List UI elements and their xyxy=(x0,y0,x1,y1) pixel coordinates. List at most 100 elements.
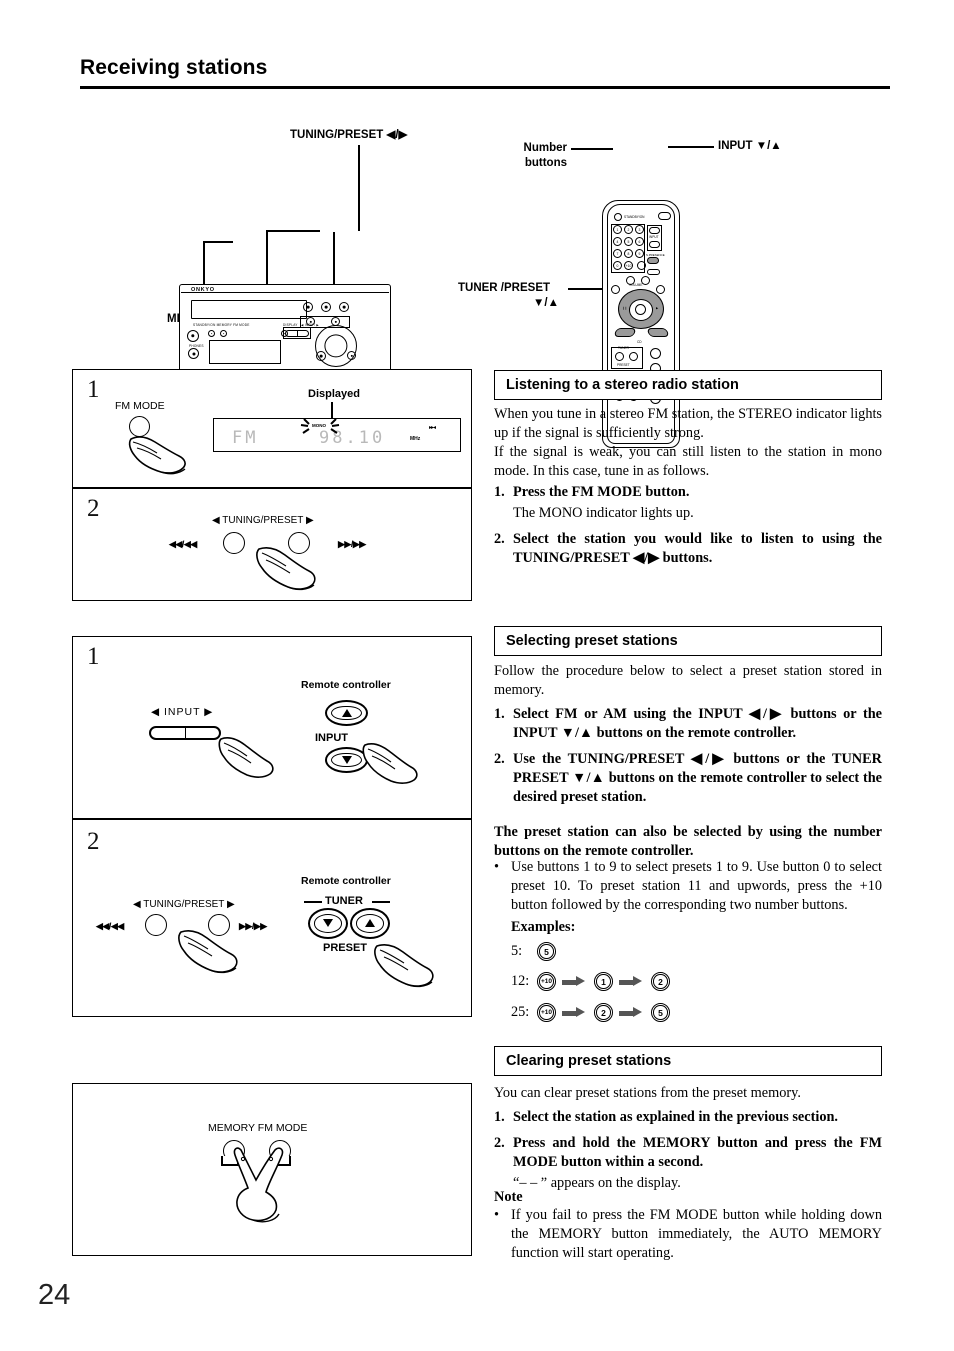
label-preset-group: PRESET xyxy=(323,942,368,954)
number-key-plus10[interactable]: +10 xyxy=(537,1003,556,1022)
section1-step-1: 1. Press the FM MODE button. xyxy=(494,483,882,502)
section2-note-bold: The preset station can also be selected … xyxy=(494,824,882,859)
tuner-bracket-right xyxy=(372,901,390,903)
remote-number-7: 7 xyxy=(613,249,622,258)
section3-intro: You can clear preset stations from the p… xyxy=(494,1085,801,1101)
step-number-b2: 2 xyxy=(87,828,100,855)
section-heading-listening: Listening to a stereo radio station xyxy=(494,370,882,400)
example-row-12: 12: +10 1 2 xyxy=(511,972,670,991)
step-text: Select the station you would like to lis… xyxy=(513,531,882,566)
remote-number-0: 0 xyxy=(613,261,622,270)
page-number: 24 xyxy=(38,1279,71,1311)
title-divider xyxy=(80,86,890,89)
callout-tuner-preset-line2: ▼/▲ xyxy=(533,297,559,309)
lcd-signal-arrows-icon: ▸▸◂ xyxy=(429,425,436,431)
remote-mode-button xyxy=(647,269,660,275)
triangle-down-icon xyxy=(341,755,352,764)
example-label-5: 5: xyxy=(511,943,523,959)
step-marker: 1. xyxy=(494,1109,505,1125)
label-displayed: Displayed xyxy=(308,388,360,400)
remote-preset-up-inner xyxy=(355,914,385,933)
number-key-2[interactable]: 2 xyxy=(651,972,670,991)
section2-bullet-wrap: • Use buttons 1 to 9 to select presets 1… xyxy=(494,858,882,915)
remote-zone-button xyxy=(658,212,671,220)
number-key-plus10[interactable]: +10 xyxy=(537,972,556,991)
blink-rays-icon xyxy=(300,418,340,434)
pointing-hand-icon xyxy=(218,737,274,778)
panel-c-box: MEMORY FM MODE xyxy=(72,1083,472,1256)
receiver-lower-panel xyxy=(209,340,281,364)
panel-b-step1-box: 1 ◀ INPUT ▶ Remote controller INPUT xyxy=(72,636,472,819)
remote-enter-center xyxy=(635,304,646,315)
label-input-unit: ◀ INPUT ▶ xyxy=(151,706,214,718)
panel-a-step1-box: 1 FM MODE Displayed FM 98.10 MHz MONO ▸▸… xyxy=(72,369,472,488)
triangle-down-icon xyxy=(322,919,333,928)
example-row-25: 25: +10 2 5 xyxy=(511,1003,670,1022)
receiver-knob-c xyxy=(339,302,349,312)
remote-preset-label: PRESET xyxy=(617,363,630,367)
receiver-small-knob-right xyxy=(347,351,356,360)
section2-step-2: 2. Use the TUNING/PRESET ◀/▶ buttons or … xyxy=(494,750,882,807)
panel-a-step2-box: 2 ◀ TUNING/PRESET ▶ ◀◀/◀◀ ▶▶/▶▶ xyxy=(72,488,472,601)
step-text: Select the station as explained in the p… xyxy=(513,1109,838,1125)
receiver-brand-label: ONKYO xyxy=(191,287,215,293)
remote-input-down-inner xyxy=(331,752,362,768)
label-tuning-preset-center-b: ◀ TUNING/PRESET ▶ xyxy=(133,899,235,910)
tuning-left-push-button-a[interactable] xyxy=(223,532,245,554)
leader-line-number-buttons xyxy=(571,148,613,150)
number-key-2[interactable]: 2 xyxy=(594,1003,613,1022)
label-input-remote: INPUT xyxy=(315,732,348,744)
receiver-small-knob-left xyxy=(316,351,326,361)
remote-number-1: 1 xyxy=(613,225,622,234)
step-subtext: The MONO indicator lights up. xyxy=(513,505,694,521)
receiver-memory-button xyxy=(208,330,215,337)
label-fm-mode-button: FM MODE xyxy=(115,400,165,412)
examples-label: Examples: xyxy=(511,919,576,935)
remote-input-up-button xyxy=(649,227,660,234)
receiver-microlabel-row1: STANDBY/ON MEMORY FM MODE xyxy=(193,323,250,327)
receiver-fm-mode-button xyxy=(220,330,227,337)
callout-number-buttons-line2: buttons xyxy=(524,157,567,169)
receiver-phones-jack xyxy=(188,348,199,359)
number-key-5[interactable]: 5 xyxy=(651,1003,670,1022)
remote-tuner-preset-up xyxy=(629,352,638,361)
remote-side-button-1 xyxy=(650,348,661,359)
input-rocker-button[interactable] xyxy=(149,726,221,740)
caption-remote-controller-b2: Remote controller xyxy=(301,875,391,887)
step-text: Press and hold the MEMORY button and pre… xyxy=(513,1135,882,1170)
step-text: Select FM or AM using the INPUT ◀/▶ butt… xyxy=(513,706,882,741)
leader-line-input-updown xyxy=(668,146,714,148)
tuning-left-push-button-b[interactable] xyxy=(145,914,167,936)
lcd-display: FM 98.10 MHz MONO ▸▸◂ xyxy=(213,418,461,452)
receiver-standby-knob xyxy=(187,330,199,342)
step-marker: 2. xyxy=(494,531,505,547)
remote-number-2: 2 xyxy=(624,225,633,234)
receiver-knob-a xyxy=(303,302,313,312)
label-tuning-left-b: ◀◀/◀◀ xyxy=(96,921,124,931)
section1-intro-2: If the signal is weak, you can still lis… xyxy=(494,444,882,479)
number-key-5[interactable]: 5 xyxy=(537,942,556,961)
receiver-knob-b xyxy=(321,302,331,312)
section3-steps: 1. Select the station as explained in th… xyxy=(494,1108,882,1195)
section2-intro: Follow the procedure below to select a p… xyxy=(494,663,882,698)
caption-remote-controller-b1: Remote controller xyxy=(301,679,391,691)
callout-tuning-preset: TUNING/PRESET ◀/▶ xyxy=(290,129,408,141)
remote-cd-label: CD xyxy=(637,340,642,344)
arrow-right-icon xyxy=(562,976,588,987)
number-key-1[interactable]: 1 xyxy=(594,972,613,991)
bullet-icon: • xyxy=(494,859,500,875)
page-title: Receiving stations xyxy=(80,56,268,79)
remote-number-8: 8 xyxy=(624,249,633,258)
receiver-input-rocker xyxy=(285,330,309,337)
triangle-up-icon xyxy=(364,919,375,928)
remote-number-4: 4 xyxy=(613,237,622,246)
section2-steps: 1. Select FM or AM using the INPUT ◀/▶ b… xyxy=(494,705,882,809)
step-number-a1: 1 xyxy=(87,376,100,403)
section2-step-1: 1. Select FM or AM using the INPUT ◀/▶ b… xyxy=(494,705,882,743)
lcd-unit-text: MHz xyxy=(410,436,421,442)
remote-input-up-button[interactable] xyxy=(325,700,368,726)
section-heading-selecting: Selecting preset stations xyxy=(494,626,882,656)
label-tuning-right-a: ▶▶/▶▶ xyxy=(338,539,366,549)
remote-standby-label: STANDBY/ON xyxy=(624,215,645,219)
remote-tuner-preset-down-button[interactable] xyxy=(308,908,348,939)
